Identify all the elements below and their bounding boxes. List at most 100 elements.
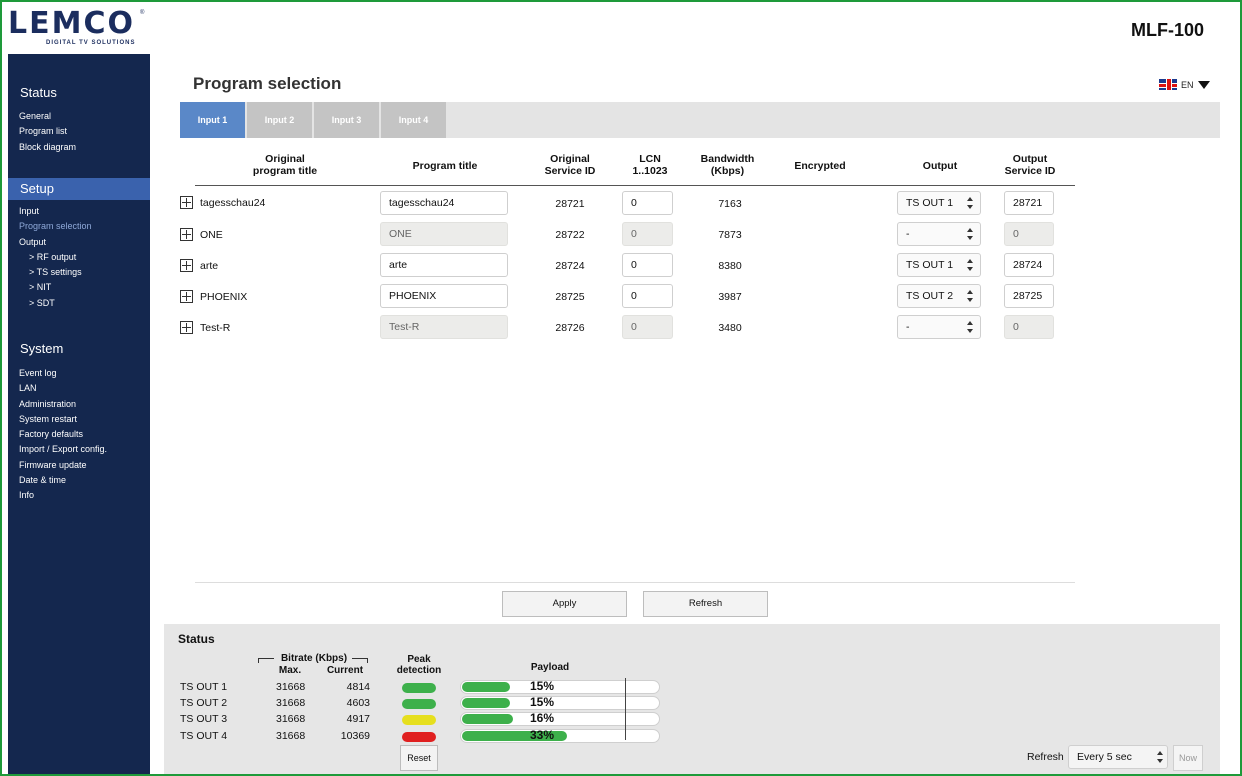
program-title-input[interactable]: ONE [380, 222, 508, 246]
tab-input-1[interactable]: Input 1 [180, 102, 245, 138]
tab-input-3[interactable]: Input 3 [314, 102, 379, 138]
sidebar-status-section: Status General Program list Block diagra… [8, 82, 150, 155]
peak-indicator [402, 699, 436, 709]
output-select[interactable]: TS OUT 1 [897, 253, 981, 277]
refresh-button[interactable]: Refresh [643, 591, 768, 617]
sidebar-item-general[interactable]: General [8, 109, 150, 124]
expand-row-icon[interactable] [180, 321, 193, 334]
lcn-input[interactable]: 0 [622, 284, 673, 308]
sidebar-item-administration[interactable]: Administration [8, 397, 150, 412]
output-select[interactable]: - [897, 222, 981, 246]
bitrate-header: Bitrate (Kbps) [280, 653, 348, 664]
program-title-input[interactable]: Test-R [380, 315, 508, 339]
service-id: 28725 [555, 291, 585, 303]
lcn-input[interactable]: 0 [622, 253, 673, 277]
sidebar-item-lan[interactable]: LAN [8, 381, 150, 396]
tab-input-4[interactable]: Input 4 [381, 102, 446, 138]
sidebar-item-nit[interactable]: > NIT [8, 280, 150, 295]
current-bitrate: 4814 [346, 681, 370, 693]
program-title-input[interactable]: arte [380, 253, 508, 277]
sidebar-item-factory-defaults[interactable]: Factory defaults [8, 427, 150, 442]
select-arrows-icon [967, 321, 973, 333]
current-bitrate: 4603 [346, 697, 370, 709]
payload-header: Payload [530, 662, 570, 673]
sidebar-item-event-log[interactable]: Event log [8, 366, 150, 381]
select-arrows-wrap [1153, 746, 1167, 768]
peak-indicator [402, 715, 436, 725]
tab-input-2[interactable]: Input 2 [247, 102, 312, 138]
logo-registered-mark: ® [140, 10, 145, 16]
service-id: 28722 [555, 229, 585, 241]
output-select[interactable]: TS OUT 2 [897, 284, 981, 308]
output-service-id-input[interactable]: 0 [1004, 222, 1054, 246]
logo-text: LEMCO [8, 6, 135, 41]
sidebar-heading-system[interactable]: System [8, 338, 150, 360]
program-title-input[interactable]: PHOENIX [380, 284, 508, 308]
sidebar-item-info[interactable]: Info [8, 488, 150, 503]
sidebar-item-output[interactable]: Output [8, 235, 150, 250]
expand-row-icon[interactable] [180, 196, 193, 209]
expand-row-icon[interactable] [180, 290, 193, 303]
lcn-input[interactable]: 0 [622, 191, 673, 215]
service-id: 28726 [555, 322, 585, 334]
header-lcn: LCN 1..1023 [632, 153, 668, 177]
expand-row-icon[interactable] [180, 228, 193, 241]
uk-flag-icon [1159, 79, 1177, 90]
sidebar-item-ts-settings[interactable]: > TS settings [8, 265, 150, 280]
payload-bar [460, 696, 660, 710]
sidebar-item-system-restart[interactable]: System restart [8, 412, 150, 427]
output-service-id-input[interactable]: 28725 [1004, 284, 1054, 308]
sidebar: Status General Program list Block diagra… [8, 54, 150, 774]
language-selector[interactable]: EN [1159, 79, 1210, 90]
sidebar-item-program-list[interactable]: Program list [8, 124, 150, 139]
peak-indicator [402, 732, 436, 742]
output-select[interactable]: TS OUT 1 [897, 191, 981, 215]
select-arrows-icon [967, 290, 973, 302]
sidebar-item-import-export[interactable]: Import / Export config. [8, 442, 150, 457]
input-tabs: Input 1 Input 2 Input 3 Input 4 [180, 102, 1220, 138]
bitrate-bracket-left-tick [258, 658, 259, 663]
payload-fill [462, 698, 510, 708]
peak-indicator [402, 683, 436, 693]
header-divider [195, 185, 1075, 186]
output-name: TS OUT 1 [180, 681, 228, 693]
status-title: Status [178, 632, 215, 646]
refresh-label: Refresh [1027, 751, 1064, 763]
header-output-service-id: Output Service ID [1004, 153, 1056, 177]
apply-button[interactable]: Apply [502, 591, 627, 617]
header-bandwidth: Bandwidth (Kbps) [700, 153, 755, 177]
program-title-input[interactable]: tagesschau24 [380, 191, 508, 215]
bitrate-bracket-left [258, 658, 274, 659]
payload-percent: 15% [530, 695, 555, 709]
payload-fill [462, 682, 510, 692]
output-service-id-input[interactable]: 0 [1004, 315, 1054, 339]
lcn-input[interactable]: 0 [622, 315, 673, 339]
sidebar-item-input[interactable]: Input [8, 204, 150, 219]
sidebar-item-rf-output[interactable]: > RF output [8, 250, 150, 265]
sidebar-item-date-time[interactable]: Date & time [8, 473, 150, 488]
expand-row-icon[interactable] [180, 259, 193, 272]
refresh-interval-value: Every 5 sec [1077, 751, 1132, 763]
output-name: TS OUT 2 [180, 697, 228, 709]
sidebar-item-block-diagram[interactable]: Block diagram [8, 140, 150, 155]
logo-subtitle: DIGITAL TV SOLUTIONS [46, 40, 136, 46]
reset-button[interactable]: Reset [400, 745, 438, 771]
now-button[interactable]: Now [1173, 745, 1203, 771]
sidebar-heading-status[interactable]: Status [8, 82, 150, 104]
max-bitrate: 31668 [276, 713, 306, 725]
max-bitrate: 31668 [276, 697, 306, 709]
max-bitrate: 31668 [276, 730, 306, 742]
output-service-id-input[interactable]: 28724 [1004, 253, 1054, 277]
sidebar-item-firmware-update[interactable]: Firmware update [8, 458, 150, 473]
payload-threshold-marker [625, 678, 626, 740]
model-name: MLF-100 [1130, 20, 1204, 40]
output-select[interactable]: - [897, 315, 981, 339]
lcn-input[interactable]: 0 [622, 222, 673, 246]
output-service-id-input[interactable]: 28721 [1004, 191, 1054, 215]
current-bitrate: 10369 [340, 730, 370, 742]
sidebar-heading-setup[interactable]: Setup [8, 178, 150, 200]
bandwidth-value: 3987 [718, 291, 742, 303]
sidebar-item-sdt[interactable]: > SDT [8, 296, 150, 311]
refresh-interval-select[interactable]: Every 5 sec [1068, 745, 1168, 769]
sidebar-item-program-selection[interactable]: Program selection [8, 219, 150, 234]
